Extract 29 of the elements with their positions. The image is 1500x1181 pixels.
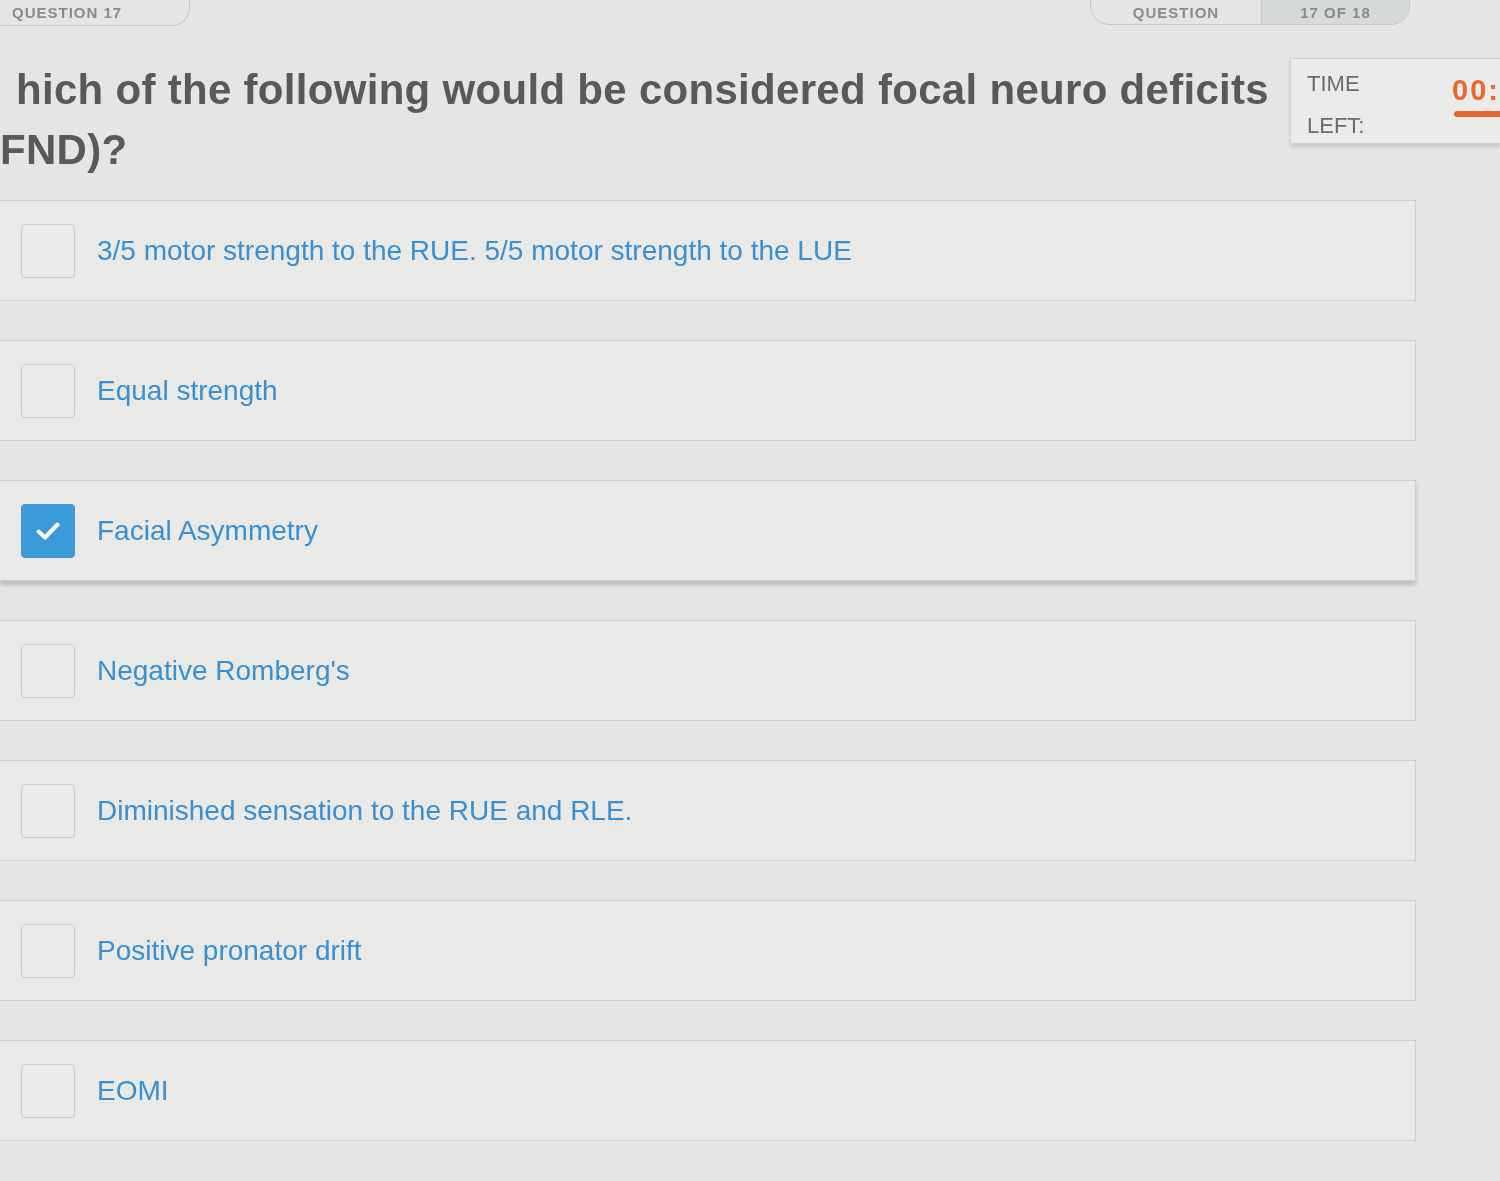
checkbox[interactable] [21,783,75,838]
option-label: Positive pronator drift [97,934,362,967]
option-label: Diminished sensation to the RUE and RLE. [97,794,633,827]
option-label: 3/5 motor strength to the RUE. 5/5 motor strength to the LUE [97,234,852,267]
check-icon [36,521,60,540]
option-label: Negative Romberg's [97,654,350,687]
checkbox[interactable] [21,363,75,418]
question-text: hich of the following would be considered focal neuro deficits FND)? [0,65,1270,175]
question-badge: QUESTION 17 [0,0,190,26]
option-label: Facial Asymmetry [97,514,318,547]
checkbox[interactable] [21,223,75,278]
option-card[interactable]: Positive pronator drift [0,900,1416,1001]
checkbox[interactable] [21,503,75,558]
option-card[interactable]: Facial Asymmetry [0,480,1416,581]
option-card[interactable]: Equal strength [0,340,1416,441]
checkbox[interactable] [21,643,75,698]
checkbox[interactable] [21,923,75,978]
option-label: EOMI [97,1074,169,1107]
option-card[interactable]: Negative Romberg's [0,620,1416,721]
option-card[interactable]: 3/5 motor strength to the RUE. 5/5 motor strength to the LUE [0,200,1416,301]
question-navigator[interactable]: QUESTION 17 OF 18 [1090,0,1410,25]
option-label: Equal strength [97,374,278,407]
question-counter[interactable]: 17 OF 18 [1262,0,1409,24]
checkbox[interactable] [21,1063,75,1118]
option-card[interactable]: EOMI [0,1040,1416,1141]
timer-underline [1454,111,1500,117]
timer-label: TIME LEFT: [1307,70,1366,140]
timer-value: 00: [1452,75,1500,105]
option-card[interactable]: Diminished sensation to the RUE and RLE. [0,760,1416,861]
